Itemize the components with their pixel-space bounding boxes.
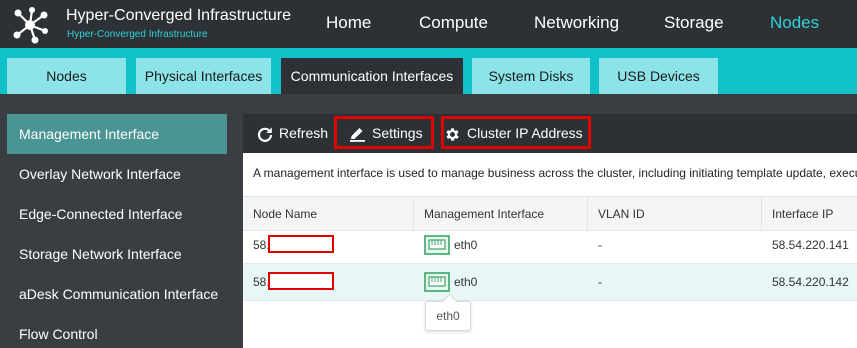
nav-nodes[interactable]: Nodes [770,0,819,48]
interface-tooltip: eth0 [425,301,471,331]
header-interface-ip[interactable]: Interface IP [772,197,833,231]
header-vlan-id[interactable]: VLAN ID [598,197,645,231]
cluster-ip-highlight-box [441,116,591,149]
management-interface-cell: eth0 [454,275,478,289]
column-divider [413,197,414,231]
settings-highlight-box [334,116,434,149]
column-divider [587,197,588,231]
redaction-box [268,235,334,253]
tab-communication-interfaces[interactable]: Communication Interfaces [281,58,463,94]
network-nodes-logo-icon [13,7,48,44]
management-interface-cell: eth0 [454,238,478,252]
table-row[interactable]: 58. eth0 - 58.54.220.142 [243,264,857,301]
nav-compute[interactable]: Compute [419,0,488,48]
sidebar-item-flow-control[interactable]: Flow Control [7,314,227,348]
refresh-icon [257,127,273,143]
table-row[interactable]: 58. eth0 - 58.54.220.141 [243,227,857,264]
nav-networking[interactable]: Networking [534,0,619,48]
tab-physical-interfaces[interactable]: Physical Interfaces [136,58,271,94]
sidebar-item-management-interface[interactable]: Management Interface [7,114,227,154]
nav-storage[interactable]: Storage [664,0,724,48]
sidebar-item-edge-connected-interface[interactable]: Edge-Connected Interface [7,194,227,234]
network-port-icon [424,235,450,255]
nav-home[interactable]: Home [326,0,371,48]
brand-title: Hyper-Converged Infrastructure [66,7,291,24]
vlan-id-cell: - [598,275,602,289]
top-navbar: Hyper-Converged Infrastructure Hyper-Con… [0,0,857,48]
interface-ip-cell: 58.54.220.141 [772,238,849,252]
refresh-label: Refresh [279,125,329,141]
sidebar: Management Interface Overlay Network Int… [0,94,228,348]
interface-ip-cell: 58.54.220.142 [772,275,849,289]
description-text: A management interface is used to manage… [253,166,857,180]
tab-nodes[interactable]: Nodes [7,58,126,94]
network-port-icon[interactable] [424,272,450,292]
vlan-id-cell: - [598,238,602,252]
refresh-button[interactable]: Refresh [257,114,328,153]
redaction-box [268,272,334,290]
sidebar-item-adesk-communication-interface[interactable]: aDesk Communication Interface [7,274,227,314]
brand-subtitle: Hyper-Converged Infrastructure [67,29,208,40]
sidebar-item-overlay-network-interface[interactable]: Overlay Network Interface [7,154,227,194]
sidebar-item-storage-network-interface[interactable]: Storage Network Interface [7,234,227,274]
header-management-interface[interactable]: Management Interface [424,197,544,231]
main-content: A management interface is used to manage… [243,153,857,348]
tab-system-disks[interactable]: System Disks [472,58,590,94]
tab-usb-devices[interactable]: USB Devices [599,58,718,94]
table-header: Node Name Management Interface VLAN ID I… [243,196,857,231]
column-divider [761,197,762,231]
header-node-name[interactable]: Node Name [253,197,317,231]
